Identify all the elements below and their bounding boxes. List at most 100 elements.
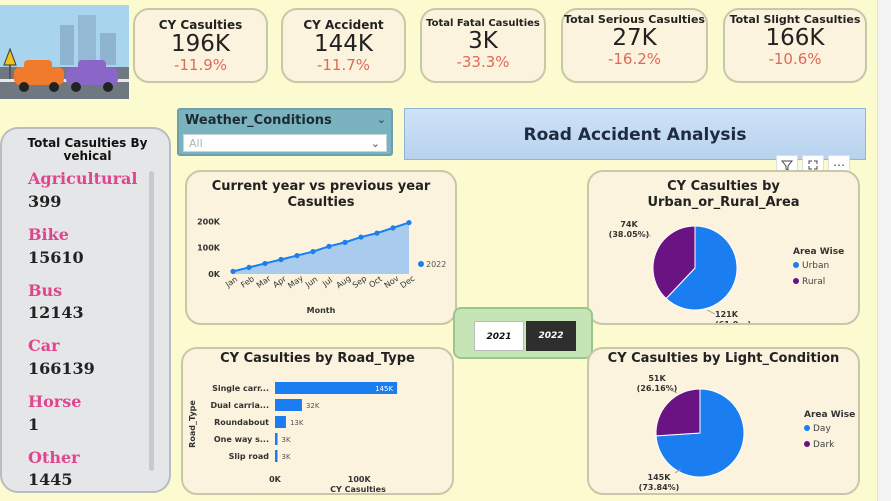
panel-title: Total Casulties By vehical <box>27 136 148 163</box>
data-label: 121K <box>715 310 739 319</box>
data-label: (73.84%) <box>639 483 680 492</box>
x-tick-label: Oct <box>367 274 384 289</box>
x-tick-label: Nov <box>383 274 401 290</box>
x-tick-label: Aug <box>335 274 353 290</box>
vehicle-value: 399 <box>28 192 62 211</box>
y-tick-label: 0K <box>208 270 221 279</box>
data-label: 13K <box>290 419 304 427</box>
kpi-serious-casualties: Total Serious Casulties 27K -16.2% <box>561 8 708 83</box>
vehicle-value: 166139 <box>28 359 95 378</box>
monthly-casualties-card: Current year vs previous year Casulties … <box>185 170 457 325</box>
data-point <box>294 252 300 259</box>
year-button-2022[interactable]: 2022 <box>526 321 576 351</box>
x-tick-label: Dec <box>399 274 417 290</box>
light-condition-pie[interactable]: 145K(73.84%) 51K(26.16%) Area Wise Day Dark <box>589 349 858 493</box>
kpi-change: -11.7% <box>316 56 371 74</box>
y-axis-label: Road_Type <box>188 400 197 448</box>
kpi-cy-casualties: CY Casulties 196K -11.9% <box>133 8 268 83</box>
kpi-value: 144K <box>314 31 373 57</box>
x-axis-label: CY Casulties <box>330 485 386 493</box>
data-point <box>406 219 412 226</box>
data-point <box>374 230 380 236</box>
legend-marker <box>804 441 810 447</box>
vehicle-name: Other <box>28 448 80 467</box>
chevron-down-icon[interactable]: ⌄ <box>377 113 386 126</box>
x-tick-label: 100K <box>348 475 372 484</box>
legend-marker <box>793 278 799 284</box>
kpi-change: -10.6% <box>768 50 822 68</box>
data-label: 3K <box>282 453 291 461</box>
legend-marker <box>418 261 424 267</box>
pie-slice-dark <box>655 388 701 437</box>
vehicle-name: Bus <box>28 281 63 300</box>
category-label: Dual carria... <box>210 401 269 410</box>
bar <box>275 433 278 445</box>
road-type-card: CY Casulties by Road_Type Single carr...… <box>181 347 454 495</box>
report-title: Road Accident Analysis <box>404 108 866 160</box>
chevron-down-icon[interactable]: ⌄ <box>371 135 380 152</box>
x-tick-label: Mar <box>255 274 273 290</box>
kpi-value: 27K <box>612 25 657 51</box>
category-label: One way s... <box>214 435 269 444</box>
slicer-value: All <box>189 137 203 150</box>
category-label: Roundabout <box>214 418 269 427</box>
x-tick-label: May <box>286 273 305 290</box>
vehicle-name: Horse <box>28 392 82 411</box>
data-point <box>342 239 348 245</box>
legend-title: Area Wise <box>793 247 844 257</box>
kpi-value: 3K <box>468 28 498 54</box>
data-label: 145K <box>648 473 672 482</box>
legend-label: Dark <box>813 440 835 450</box>
data-point <box>358 234 364 240</box>
kpi-change: -33.3% <box>456 53 510 71</box>
data-point <box>246 264 252 271</box>
kpi-value: 196K <box>171 31 230 57</box>
x-tick-label: Jul <box>320 275 334 288</box>
data-point <box>278 256 284 263</box>
legend-marker <box>804 425 810 431</box>
vehicle-name: Car <box>28 336 60 355</box>
data-point <box>326 243 332 249</box>
panel-scrollbar[interactable] <box>149 171 154 471</box>
slicer-dropdown[interactable]: All ⌄ <box>183 134 387 152</box>
kpi-cy-accident: CY Accident 144K -11.7% <box>281 8 406 83</box>
kpi-change: -16.2% <box>607 50 662 68</box>
legend-marker <box>793 262 799 268</box>
area-chart[interactable]: 0K 100K 200K Jan FebMarAprMayJun Jul AugSepOct… <box>187 172 455 323</box>
data-label: 51K <box>648 374 666 383</box>
kpi-change: -11.9% <box>173 56 228 74</box>
data-label: 32K <box>306 402 320 410</box>
urban-rural-card: CY Casulties by Urban_or_Rural_Area 121K… <box>587 170 860 325</box>
cars-illustration <box>0 5 129 99</box>
road-type-bar-chart[interactable]: Single carr... 145K Dual carria... 32K Round… <box>183 349 452 493</box>
legend-label: Urban <box>802 261 829 271</box>
light-condition-card: CY Casulties by Light_Condition 145K (73.… <box>587 347 860 495</box>
x-tick-label: Sep <box>351 274 369 290</box>
kpi-label: CY Accident <box>303 18 384 32</box>
bar <box>275 399 302 411</box>
year-button-2021[interactable]: 2021 <box>474 321 524 351</box>
legend-label: 2022 <box>426 260 446 269</box>
slicer-title: Weather_Conditions <box>185 113 332 128</box>
data-point <box>390 225 396 231</box>
weather-slicer[interactable]: Weather_Conditions ⌄ All ⌄ <box>177 108 393 156</box>
data-point <box>262 260 268 267</box>
x-tick-label: Apr <box>271 274 288 290</box>
legend-label: Rural <box>802 277 825 287</box>
data-point <box>310 248 316 255</box>
y-tick-label: 100K <box>197 244 221 253</box>
urban-rural-pie[interactable]: 121K(61.9...)74K(38.05%)Area WiseUrbanRu… <box>589 172 858 323</box>
kpi-slight-casualties: Total Slight Casulties 166K -10.6% <box>723 8 867 83</box>
legend-label: Day <box>813 424 831 434</box>
vehicle-value: 1445 <box>28 470 73 489</box>
kpi-fatal-casualties: Total Fatal Casulties 3K -33.3% <box>420 8 546 83</box>
vehicle-casualties-panel: Total Casulties By vehical Agricultural … <box>0 127 171 493</box>
vehicle-value: 15610 <box>28 248 84 267</box>
data-label: (26.16%) <box>637 384 678 393</box>
legend-title: Area Wise <box>804 410 855 420</box>
bar <box>275 416 286 428</box>
page-scrollbar[interactable] <box>877 0 891 501</box>
bar <box>275 450 278 462</box>
label-leader-line <box>706 309 716 315</box>
kpi-label: CY Casulties <box>158 18 243 32</box>
